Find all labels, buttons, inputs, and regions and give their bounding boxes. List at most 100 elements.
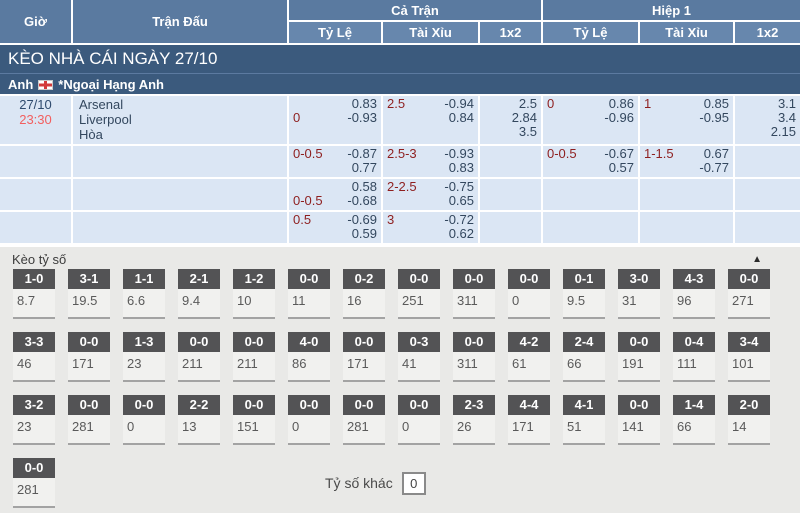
score-tile[interactable]: 1-323 bbox=[123, 332, 165, 382]
score-tile[interactable]: 1-16.6 bbox=[123, 269, 165, 319]
odds-value[interactable]: -0.94 bbox=[444, 97, 474, 111]
score-odds-value[interactable]: 281 bbox=[343, 415, 385, 445]
score-tile[interactable]: 0-0281 bbox=[13, 458, 55, 508]
score-odds-value[interactable]: 6.6 bbox=[123, 289, 165, 319]
h1-overunder-odds[interactable]: 1-1.50.67-0.77 bbox=[640, 146, 735, 179]
score-odds-value[interactable]: 191 bbox=[618, 352, 660, 382]
score-tile[interactable]: 3-346 bbox=[13, 332, 55, 382]
odds-value[interactable]: -0.96 bbox=[604, 111, 634, 125]
fulltime-overunder-odds[interactable]: 2.5-0.940.84 bbox=[383, 96, 480, 146]
odds-value[interactable]: 0.77 bbox=[352, 161, 377, 175]
score-odds-value[interactable]: 271 bbox=[728, 289, 770, 319]
score-tile[interactable]: 0-00 bbox=[398, 395, 440, 445]
score-odds-value[interactable]: 101 bbox=[728, 352, 770, 382]
score-tile[interactable]: 2-014 bbox=[728, 395, 770, 445]
odds-value[interactable]: -0.77 bbox=[699, 161, 729, 175]
score-tile[interactable]: 0-0191 bbox=[618, 332, 660, 382]
score-odds-value[interactable]: 26 bbox=[453, 415, 495, 445]
score-tile[interactable]: 0-4111 bbox=[673, 332, 715, 382]
h1-handicap-odds[interactable]: 00.86-0.96 bbox=[543, 96, 640, 146]
odds-value[interactable]: 3.5 bbox=[519, 125, 537, 139]
score-odds-value[interactable]: 11 bbox=[288, 289, 330, 319]
odds-value[interactable]: -0.75 bbox=[444, 180, 474, 194]
score-tile[interactable]: 2-466 bbox=[563, 332, 605, 382]
score-tile[interactable]: 0-00 bbox=[123, 395, 165, 445]
score-tile[interactable]: 0-011 bbox=[288, 269, 330, 319]
score-tile[interactable]: 0-0251 bbox=[398, 269, 440, 319]
score-tile[interactable]: 1-210 bbox=[233, 269, 275, 319]
score-odds-value[interactable]: 13 bbox=[178, 415, 220, 445]
odds-value[interactable]: 3.4 bbox=[778, 111, 796, 125]
score-odds-value[interactable]: 151 bbox=[233, 415, 275, 445]
score-odds-value[interactable]: 9.5 bbox=[563, 289, 605, 319]
score-odds-value[interactable]: 311 bbox=[453, 352, 495, 382]
score-odds-value[interactable]: 61 bbox=[508, 352, 550, 382]
score-tile[interactable]: 2-19.4 bbox=[178, 269, 220, 319]
score-odds-value[interactable]: 46 bbox=[13, 352, 55, 382]
odds-value[interactable]: 0.83 bbox=[449, 161, 474, 175]
odds-value[interactable]: 0.67 bbox=[704, 147, 729, 161]
score-tile[interactable]: 0-0311 bbox=[453, 269, 495, 319]
score-tile[interactable]: 4-396 bbox=[673, 269, 715, 319]
odds-value[interactable]: -0.87 bbox=[347, 147, 377, 161]
score-odds-value[interactable]: 211 bbox=[233, 352, 275, 382]
score-tile[interactable]: 0-19.5 bbox=[563, 269, 605, 319]
score-odds-value[interactable]: 0 bbox=[508, 289, 550, 319]
odds-value[interactable]: -0.67 bbox=[604, 147, 634, 161]
score-odds-value[interactable]: 171 bbox=[508, 415, 550, 445]
fulltime-1x2-odds[interactable]: 2.52.843.5 bbox=[480, 96, 543, 146]
score-tile[interactable]: 2-326 bbox=[453, 395, 495, 445]
odds-value[interactable]: -0.93 bbox=[347, 111, 377, 125]
odds-value[interactable]: 0.57 bbox=[609, 161, 634, 175]
score-odds-value[interactable]: 251 bbox=[398, 289, 440, 319]
odds-value[interactable]: 2.5 bbox=[519, 97, 537, 111]
odds-value[interactable]: -0.69 bbox=[347, 213, 377, 227]
odds-value[interactable]: 0.84 bbox=[449, 111, 474, 125]
score-tile[interactable]: 4-151 bbox=[563, 395, 605, 445]
score-odds-value[interactable]: 51 bbox=[563, 415, 605, 445]
score-tile[interactable]: 3-223 bbox=[13, 395, 55, 445]
score-tile[interactable]: 1-466 bbox=[673, 395, 715, 445]
score-odds-value[interactable]: 111 bbox=[673, 352, 715, 382]
score-odds-value[interactable]: 19.5 bbox=[68, 289, 110, 319]
score-odds-value[interactable]: 211 bbox=[178, 352, 220, 382]
score-tile[interactable]: 0-341 bbox=[398, 332, 440, 382]
score-tile[interactable]: 0-00 bbox=[288, 395, 330, 445]
odds-value[interactable]: 0.65 bbox=[449, 194, 474, 208]
score-tile[interactable]: 3-031 bbox=[618, 269, 660, 319]
odds-value[interactable]: 0.85 bbox=[704, 97, 729, 111]
score-odds-value[interactable]: 66 bbox=[673, 415, 715, 445]
other-score-input[interactable] bbox=[402, 472, 426, 495]
score-tile[interactable]: 0-0211 bbox=[178, 332, 220, 382]
odds-value[interactable]: -0.95 bbox=[699, 111, 729, 125]
score-tile[interactable]: 0-0281 bbox=[343, 395, 385, 445]
score-odds-value[interactable]: 0 bbox=[123, 415, 165, 445]
odds-value[interactable]: 0.86 bbox=[609, 97, 634, 111]
score-odds-value[interactable]: 14 bbox=[728, 415, 770, 445]
score-tile[interactable]: 4-086 bbox=[288, 332, 330, 382]
score-tile[interactable]: 0-0311 bbox=[453, 332, 495, 382]
score-tile[interactable]: 0-0281 bbox=[68, 395, 110, 445]
score-tile[interactable]: 0-216 bbox=[343, 269, 385, 319]
odds-value[interactable]: 2.15 bbox=[771, 125, 796, 139]
odds-value[interactable]: 3.1 bbox=[778, 97, 796, 111]
score-tile[interactable]: 4-4171 bbox=[508, 395, 550, 445]
score-odds-value[interactable]: 141 bbox=[618, 415, 660, 445]
odds-value[interactable]: -0.68 bbox=[347, 194, 377, 208]
score-odds-value[interactable]: 41 bbox=[398, 352, 440, 382]
odds-value[interactable]: -0.93 bbox=[444, 147, 474, 161]
score-tile[interactable]: 1-08.7 bbox=[13, 269, 55, 319]
h1-1x2-odds[interactable]: 3.13.42.15 bbox=[735, 96, 800, 146]
fulltime-overunder-odds[interactable]: 2.5-3-0.930.83 bbox=[383, 146, 480, 179]
odds-value[interactable]: 2.84 bbox=[512, 111, 537, 125]
fulltime-overunder-odds[interactable]: 2-2.5-0.750.65 bbox=[383, 179, 480, 212]
odds-value[interactable]: 0.62 bbox=[449, 227, 474, 241]
odds-value[interactable]: 0.83 bbox=[352, 97, 377, 111]
score-odds-value[interactable]: 9.4 bbox=[178, 289, 220, 319]
fulltime-handicap-odds[interactable]: 0.830-0.93 bbox=[289, 96, 383, 146]
score-tile[interactable]: 4-261 bbox=[508, 332, 550, 382]
odds-value[interactable]: 0.59 bbox=[352, 227, 377, 241]
collapse-arrow-icon[interactable]: ▲ bbox=[752, 254, 762, 265]
score-tile[interactable]: 0-0211 bbox=[233, 332, 275, 382]
odds-value[interactable]: 0.58 bbox=[352, 180, 377, 194]
